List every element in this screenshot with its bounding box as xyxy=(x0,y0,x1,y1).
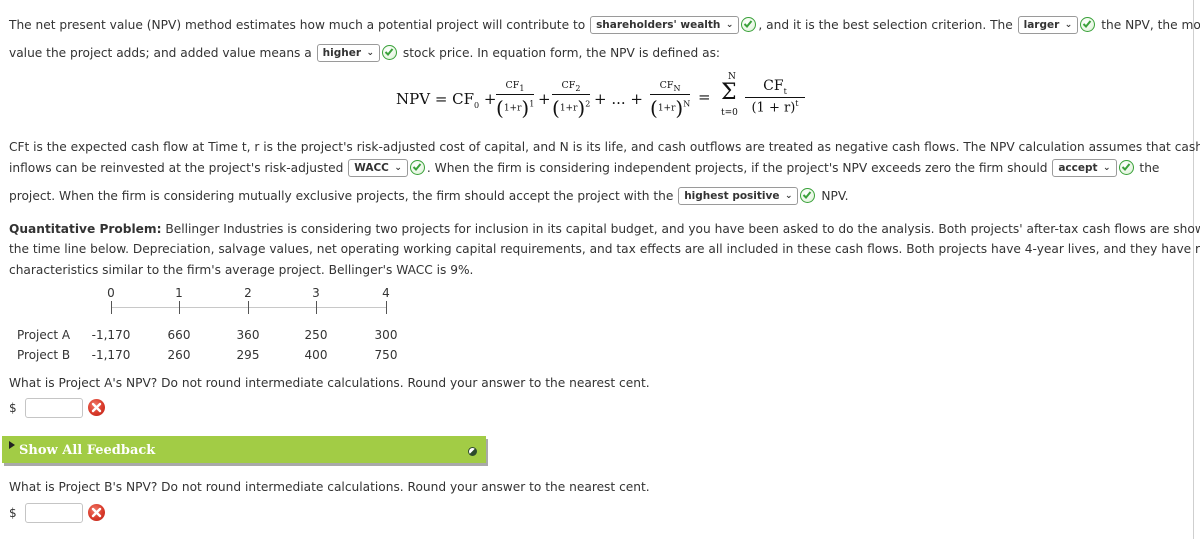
timeline-tick xyxy=(386,301,387,314)
expand-triangle-icon xyxy=(9,441,15,449)
chevron-down-icon: ⌄ xyxy=(784,190,793,201)
project-row-label: Project B xyxy=(17,348,71,362)
formula-lhs: NPV = CF0 + xyxy=(396,90,497,110)
explain-text: the xyxy=(1139,161,1160,175)
problem-line-1: Quantitative Problem: Bellinger Industri… xyxy=(9,221,1200,237)
formula-ellipsis: + ... + xyxy=(594,90,643,108)
problem-text: Bellinger Industries is considering two … xyxy=(161,222,1200,236)
intro-line-2: value the project adds; and added value … xyxy=(9,43,721,62)
question-a-prompt: What is Project A's NPV? Do not round in… xyxy=(9,376,650,390)
cash-flow-value: 260 xyxy=(167,348,191,362)
wacc-dropdown[interactable]: WACC ⌄ xyxy=(348,158,408,177)
cash-flow-value: 300 xyxy=(374,328,398,342)
timeline-period-label: 1 xyxy=(175,286,183,300)
edit-icon xyxy=(468,447,477,456)
timeline-period-label: 0 xyxy=(107,286,115,300)
npv-a-input[interactable] xyxy=(25,398,83,418)
formula-term-1: CF1 (1+r)1 xyxy=(496,80,535,120)
npv-b-input[interactable] xyxy=(25,503,83,523)
cash-flow-value: 250 xyxy=(304,328,328,342)
explain-text: project. When the firm is considering mu… xyxy=(9,189,674,203)
highest-positive-dropdown[interactable]: highest positive ⌄ xyxy=(678,186,799,205)
cash-flow-value: -1,170 xyxy=(91,348,131,362)
incorrect-icon xyxy=(88,399,105,416)
cash-flow-value: 660 xyxy=(167,328,191,342)
intro-line-1: The net present value (NPV) method estim… xyxy=(9,15,1200,34)
dropdown-value: higher xyxy=(322,46,362,59)
problem-heading: Quantitative Problem: xyxy=(9,222,162,236)
sigma-symbol: Σ xyxy=(721,80,737,105)
dropdown-value: shareholders' wealth xyxy=(596,18,721,31)
timeline-period-label: 3 xyxy=(312,286,320,300)
problem-line-3: characteristics similar to the firm's av… xyxy=(9,263,474,277)
intro-text: the NPV, the more xyxy=(1101,18,1200,32)
check-icon xyxy=(800,187,816,203)
cash-flow-value: 360 xyxy=(236,328,260,342)
explain-text: NPV. xyxy=(821,189,849,203)
problem-line-2: the time line below. Depreciation, salva… xyxy=(9,242,1200,256)
cash-flow-value: 400 xyxy=(304,348,328,362)
timeline-tick xyxy=(111,301,112,314)
question-b-prompt: What is Project B's NPV? Do not round in… xyxy=(9,480,650,494)
check-icon xyxy=(382,44,398,60)
wealth-dropdown[interactable]: shareholders' wealth ⌄ xyxy=(590,15,740,34)
feedback-label: Show All Feedback xyxy=(19,443,156,458)
explain-text: . When the firm is considering independe… xyxy=(426,161,1048,175)
formula-term-2: CF2 (1+r)2 xyxy=(552,80,591,120)
dropdown-value: accept xyxy=(1058,161,1098,174)
chevron-down-icon: ⌄ xyxy=(725,19,734,30)
formula-plus: + xyxy=(538,90,551,108)
dropdown-value: larger xyxy=(1023,18,1060,31)
chevron-down-icon: ⌄ xyxy=(1103,162,1111,173)
explain-line-1: CFt is the expected cash flow at Time t,… xyxy=(9,140,1200,154)
check-icon xyxy=(1080,16,1096,32)
dropdown-value: WACC xyxy=(354,161,389,174)
accept-dropdown[interactable]: accept ⌄ xyxy=(1052,158,1117,177)
cash-flow-value: -1,170 xyxy=(91,328,131,342)
check-icon xyxy=(741,16,757,32)
chevron-down-icon: ⌄ xyxy=(366,47,375,58)
sigma-bottom: t=0 xyxy=(721,108,738,118)
show-all-feedback-button[interactable]: Show All Feedback xyxy=(2,436,486,463)
project-row-label: Project A xyxy=(17,328,71,342)
explain-line-3: project. When the firm is considering mu… xyxy=(9,186,849,205)
dropdown-value: highest positive xyxy=(684,189,780,202)
formula-sum-term: CFt (1 + r)t xyxy=(745,78,805,115)
chevron-down-icon: ⌄ xyxy=(1064,19,1073,30)
intro-text: The net present value (NPV) method estim… xyxy=(9,18,586,32)
timeline-tick xyxy=(316,301,317,314)
timeline-tick xyxy=(248,301,249,314)
intro-text: , and it is the best selection criterion… xyxy=(758,18,1013,32)
currency-symbol: $ xyxy=(9,401,17,415)
timeline-period-label: 2 xyxy=(244,286,252,300)
higher-dropdown[interactable]: higher ⌄ xyxy=(316,43,381,62)
larger-dropdown[interactable]: larger ⌄ xyxy=(1017,15,1079,34)
question-page: The net present value (NPV) method estim… xyxy=(0,0,1200,539)
cash-flow-value: 750 xyxy=(374,348,398,362)
currency-symbol: $ xyxy=(9,506,17,520)
check-icon xyxy=(1118,159,1134,175)
cash-flow-timeline: 0 1 2 3 4 Project A -1,170 660 360 250 300 Project … xyxy=(0,284,420,364)
chevron-down-icon: ⌄ xyxy=(394,162,402,173)
intro-text: value the project adds; and added value … xyxy=(9,46,312,60)
cash-flow-value: 295 xyxy=(236,348,260,362)
explain-line-2: inflows can be reinvested at the project… xyxy=(9,158,1160,177)
timeline-tick xyxy=(179,301,180,314)
timeline-period-label: 4 xyxy=(382,286,390,300)
formula-equals: = xyxy=(698,88,711,106)
intro-text: stock price. In equation form, the NPV i… xyxy=(402,46,721,60)
incorrect-icon xyxy=(88,504,105,521)
formula-term-n: CFN (1+r)N xyxy=(650,80,691,120)
explain-text: inflows can be reinvested at the project… xyxy=(9,161,344,175)
check-icon xyxy=(409,159,425,175)
